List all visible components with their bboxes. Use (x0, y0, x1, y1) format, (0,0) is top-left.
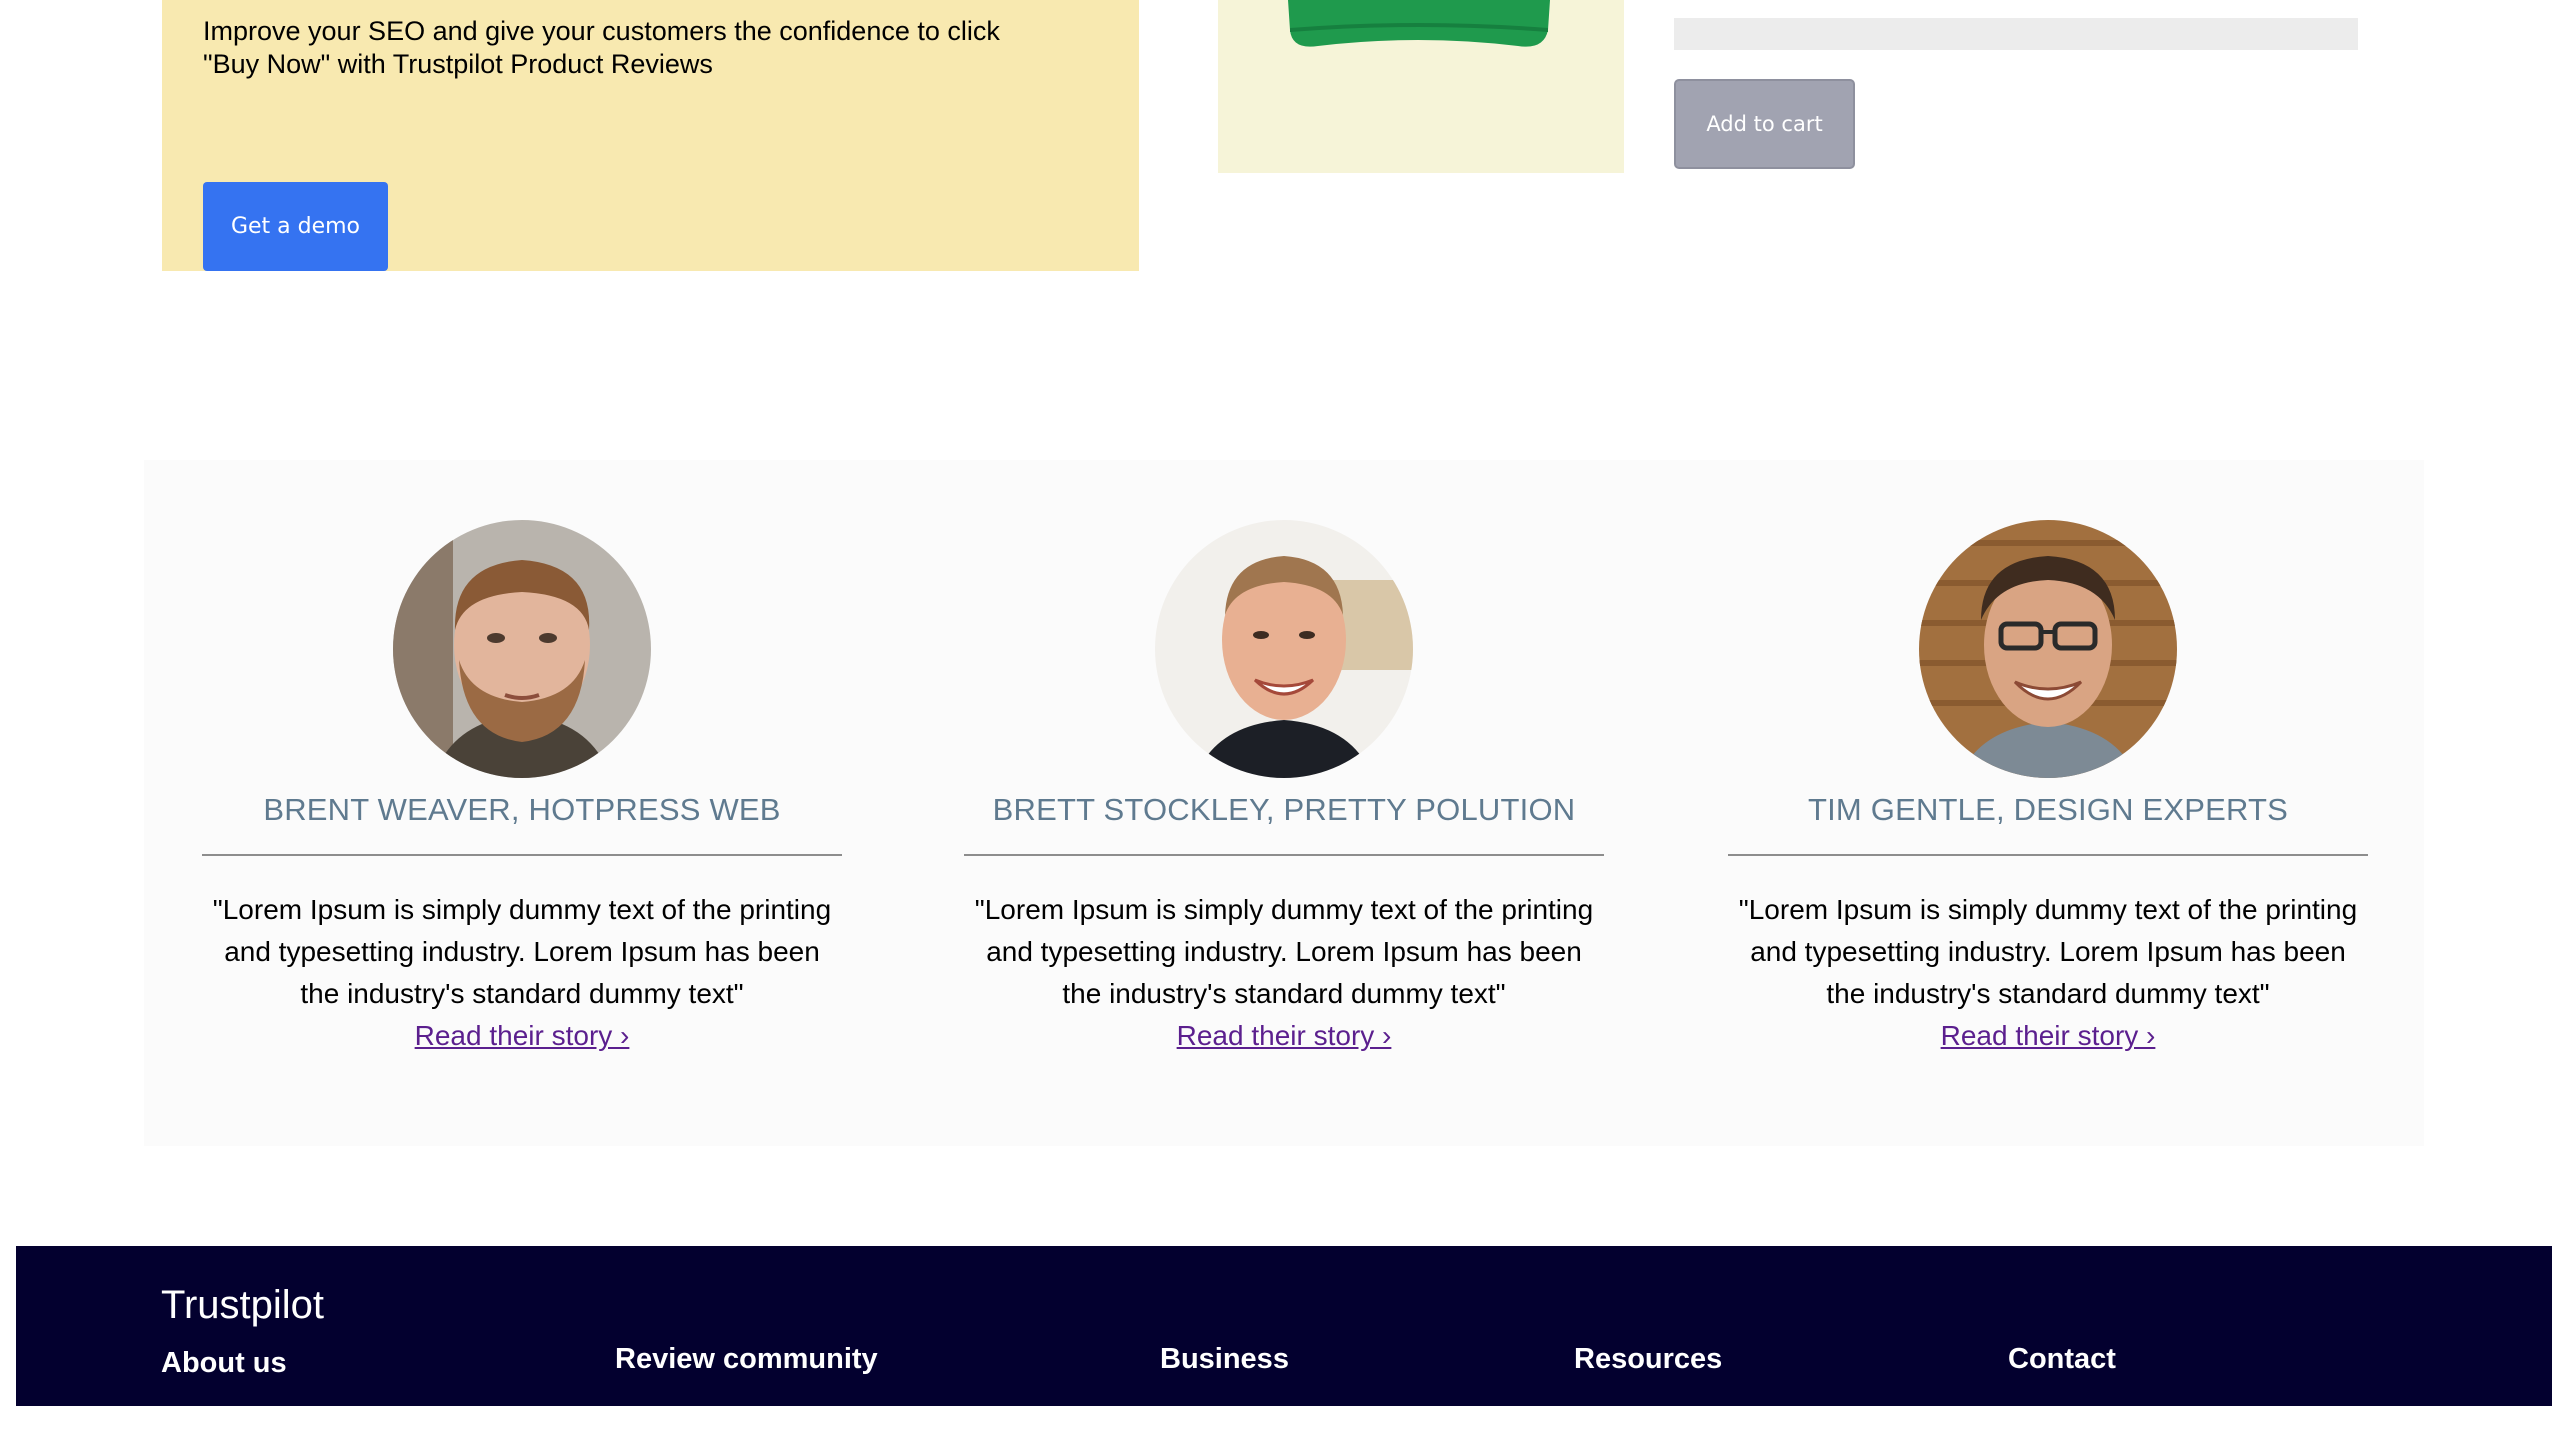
footer-link-business[interactable]: Business (1160, 1342, 1289, 1376)
promo-card: Improve your SEO and give your customers… (162, 0, 1139, 271)
avatar (1155, 520, 1413, 778)
testimonial-quote: "Lorem Ipsum is simply dummy text of the… (1738, 894, 2358, 1009)
get-demo-button[interactable]: Get a demo (203, 182, 388, 271)
testimonial-card: TIM GENTLE, DESIGN EXPERTS "Lorem Ipsum … (1728, 520, 2368, 1057)
testimonial-quote: "Lorem Ipsum is simply dummy text of the… (212, 894, 832, 1009)
divider (1728, 854, 2368, 856)
avatar (393, 520, 651, 778)
add-to-cart-button[interactable]: Add to cart (1674, 79, 1855, 169)
page: Improve your SEO and give your customers… (0, 0, 2560, 1440)
footer-logo[interactable]: Trustpilot (161, 1282, 324, 1328)
footer-link-resources[interactable]: Resources (1574, 1342, 1722, 1376)
testimonial-quote: "Lorem Ipsum is simply dummy text of the… (974, 894, 1594, 1009)
divider (202, 854, 842, 856)
person-name: BRENT WEAVER, HOTPRESS WEB (263, 792, 781, 827)
read-story-link[interactable]: Read their story › (415, 1020, 630, 1051)
product-cap-icon (1288, 0, 1550, 47)
avatar (1919, 520, 2177, 778)
testimonial-card: BRENT WEAVER, HOTPRESS WEB "Lorem Ipsum … (202, 520, 842, 1057)
product-image (1218, 0, 1624, 173)
product-title-placeholder (1674, 18, 2358, 50)
testimonial-card: BRETT STOCKLEY, PRETTY POLUTION "Lorem I… (964, 520, 1604, 1057)
read-story-link[interactable]: Read their story › (1177, 1020, 1392, 1051)
footer-link-contact[interactable]: Contact (2008, 1342, 2116, 1376)
footer-link-review-community[interactable]: Review community (615, 1342, 878, 1376)
testimonials-section: BRENT WEAVER, HOTPRESS WEB "Lorem Ipsum … (144, 460, 2424, 1146)
divider (964, 854, 1604, 856)
promo-text: Improve your SEO and give your customers… (203, 16, 1000, 79)
person-name: BRETT STOCKLEY, PRETTY POLUTION (992, 792, 1576, 827)
footer-link-about-us[interactable]: About us (161, 1346, 287, 1380)
read-story-link[interactable]: Read their story › (1941, 1020, 2156, 1051)
footer: Trustpilot About us Review community Bus… (16, 1246, 2552, 1406)
person-name: TIM GENTLE, DESIGN EXPERTS (1807, 792, 2289, 827)
